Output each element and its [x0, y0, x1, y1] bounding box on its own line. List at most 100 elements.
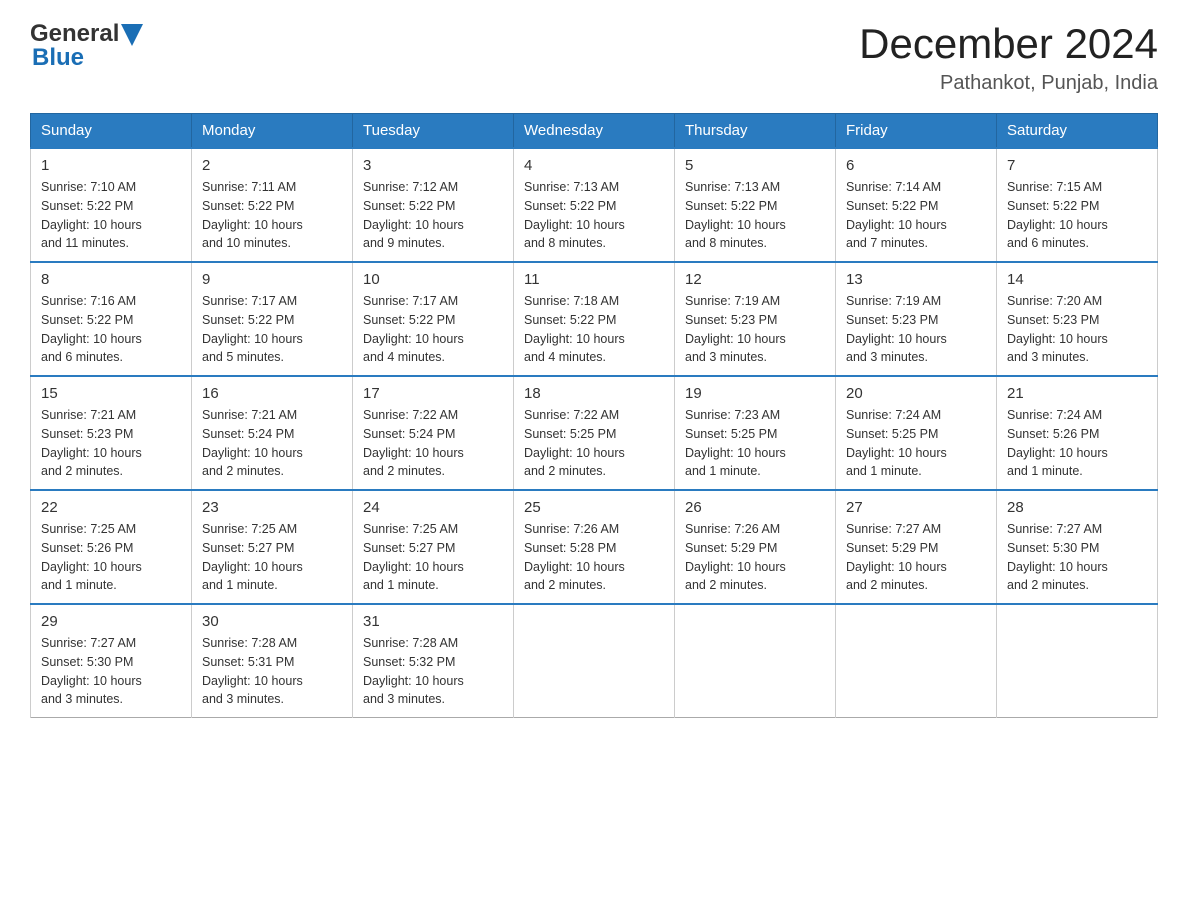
day-number: 16 — [202, 385, 342, 402]
calendar-cell: 11 Sunrise: 7:18 AMSunset: 5:22 PMDayligh… — [514, 262, 675, 376]
logo-triangle-icon — [121, 24, 143, 46]
week-row-4: 22 Sunrise: 7:25 AMSunset: 5:26 PMDayligh… — [31, 490, 1158, 604]
week-row-5: 29 Sunrise: 7:27 AMSunset: 5:30 PMDayligh… — [31, 604, 1158, 718]
day-number: 1 — [41, 157, 181, 174]
calendar-cell: 4 Sunrise: 7:13 AMSunset: 5:22 PMDaylight… — [514, 148, 675, 262]
day-header-tuesday: Tuesday — [353, 114, 514, 149]
day-info: Sunrise: 7:21 AMSunset: 5:23 PMDaylight:… — [41, 406, 181, 481]
calendar-cell: 26 Sunrise: 7:26 AMSunset: 5:29 PMDayligh… — [675, 490, 836, 604]
day-info: Sunrise: 7:28 AMSunset: 5:31 PMDaylight:… — [202, 634, 342, 709]
day-info: Sunrise: 7:19 AMSunset: 5:23 PMDaylight:… — [685, 292, 825, 367]
calendar-cell: 6 Sunrise: 7:14 AMSunset: 5:22 PMDaylight… — [836, 148, 997, 262]
day-number: 17 — [363, 385, 503, 402]
day-number: 11 — [524, 271, 664, 288]
calendar-cell: 13Sunrise: 7:19 AMSunset: 5:23 PMDayligh… — [836, 262, 997, 376]
calendar-cell: 18Sunrise: 7:22 AMSunset: 5:25 PMDayligh… — [514, 376, 675, 490]
week-row-2: 8 Sunrise: 7:16 AMSunset: 5:22 PMDaylight… — [31, 262, 1158, 376]
day-number: 4 — [524, 157, 664, 174]
day-info: Sunrise: 7:14 AMSunset: 5:22 PMDaylight:… — [846, 178, 986, 253]
day-info: Sunrise: 7:23 AMSunset: 5:25 PMDaylight:… — [685, 406, 825, 481]
day-number: 5 — [685, 157, 825, 174]
day-number: 14 — [1007, 271, 1147, 288]
calendar-cell: 22 Sunrise: 7:25 AMSunset: 5:26 PMDayligh… — [31, 490, 192, 604]
page-header: General Blue December 2024 Pathankot, Pu… — [30, 20, 1158, 95]
calendar-cell: 17 Sunrise: 7:22 AMSunset: 5:24 PMDayligh… — [353, 376, 514, 490]
day-number: 24 — [363, 499, 503, 516]
calendar-cell: 15 Sunrise: 7:21 AMSunset: 5:23 PMDayligh… — [31, 376, 192, 490]
day-number: 2 — [202, 157, 342, 174]
calendar-table: SundayMondayTuesdayWednesdayThursdayFrid… — [30, 113, 1158, 718]
day-info: Sunrise: 7:22 AMSunset: 5:24 PMDaylight:… — [363, 406, 503, 481]
week-row-3: 15 Sunrise: 7:21 AMSunset: 5:23 PMDayligh… — [31, 376, 1158, 490]
location-subtitle: Pathankot, Punjab, India — [859, 72, 1158, 95]
calendar-cell: 29 Sunrise: 7:27 AMSunset: 5:30 PMDayligh… — [31, 604, 192, 718]
day-number: 28 — [1007, 499, 1147, 516]
day-info: Sunrise: 7:24 AMSunset: 5:26 PMDaylight:… — [1007, 406, 1147, 481]
day-number: 12 — [685, 271, 825, 288]
day-number: 29 — [41, 613, 181, 630]
day-info: Sunrise: 7:13 AMSunset: 5:22 PMDaylight:… — [685, 178, 825, 253]
calendar-cell: 31 Sunrise: 7:28 AMSunset: 5:32 PMDayligh… — [353, 604, 514, 718]
day-number: 19 — [685, 385, 825, 402]
days-header-row: SundayMondayTuesdayWednesdayThursdayFrid… — [31, 114, 1158, 149]
calendar-cell: 21 Sunrise: 7:24 AMSunset: 5:26 PMDayligh… — [997, 376, 1158, 490]
day-number: 25 — [524, 499, 664, 516]
day-number: 31 — [363, 613, 503, 630]
logo-blue-text: Blue — [32, 44, 84, 72]
day-info: Sunrise: 7:17 AMSunset: 5:22 PMDaylight:… — [202, 292, 342, 367]
day-info: Sunrise: 7:11 AMSunset: 5:22 PMDaylight:… — [202, 178, 342, 253]
day-number: 20 — [846, 385, 986, 402]
calendar-cell: 16 Sunrise: 7:21 AMSunset: 5:24 PMDayligh… — [192, 376, 353, 490]
calendar-cell: 9Sunrise: 7:17 AMSunset: 5:22 PMDaylight… — [192, 262, 353, 376]
day-info: Sunrise: 7:16 AMSunset: 5:22 PMDaylight:… — [41, 292, 181, 367]
day-info: Sunrise: 7:26 AMSunset: 5:29 PMDaylight:… — [685, 520, 825, 595]
calendar-cell — [997, 604, 1158, 718]
calendar-cell: 12 Sunrise: 7:19 AMSunset: 5:23 PMDayligh… — [675, 262, 836, 376]
day-header-wednesday: Wednesday — [514, 114, 675, 149]
day-number: 18 — [524, 385, 664, 402]
calendar-cell: 20Sunrise: 7:24 AMSunset: 5:25 PMDayligh… — [836, 376, 997, 490]
day-info: Sunrise: 7:27 AMSunset: 5:30 PMDaylight:… — [1007, 520, 1147, 595]
day-number: 27 — [846, 499, 986, 516]
day-number: 10 — [363, 271, 503, 288]
day-number: 6 — [846, 157, 986, 174]
day-info: Sunrise: 7:13 AMSunset: 5:22 PMDaylight:… — [524, 178, 664, 253]
day-info: Sunrise: 7:25 AMSunset: 5:27 PMDaylight:… — [363, 520, 503, 595]
calendar-cell: 28 Sunrise: 7:27 AMSunset: 5:30 PMDayligh… — [997, 490, 1158, 604]
day-info: Sunrise: 7:12 AMSunset: 5:22 PMDaylight:… — [363, 178, 503, 253]
calendar-cell: 23Sunrise: 7:25 AMSunset: 5:27 PMDayligh… — [192, 490, 353, 604]
day-header-friday: Friday — [836, 114, 997, 149]
day-info: Sunrise: 7:15 AMSunset: 5:22 PMDaylight:… — [1007, 178, 1147, 253]
day-number: 8 — [41, 271, 181, 288]
day-number: 22 — [41, 499, 181, 516]
day-header-saturday: Saturday — [997, 114, 1158, 149]
calendar-cell: 2 Sunrise: 7:11 AMSunset: 5:22 PMDaylight… — [192, 148, 353, 262]
day-info: Sunrise: 7:17 AMSunset: 5:22 PMDaylight:… — [363, 292, 503, 367]
day-info: Sunrise: 7:25 AMSunset: 5:26 PMDaylight:… — [41, 520, 181, 595]
title-area: December 2024 Pathankot, Punjab, India — [859, 20, 1158, 95]
day-info: Sunrise: 7:20 AMSunset: 5:23 PMDaylight:… — [1007, 292, 1147, 367]
day-number: 15 — [41, 385, 181, 402]
calendar-cell: 19 Sunrise: 7:23 AMSunset: 5:25 PMDayligh… — [675, 376, 836, 490]
day-info: Sunrise: 7:25 AMSunset: 5:27 PMDaylight:… — [202, 520, 342, 595]
calendar-cell: 25 Sunrise: 7:26 AMSunset: 5:28 PMDayligh… — [514, 490, 675, 604]
calendar-cell: 24 Sunrise: 7:25 AMSunset: 5:27 PMDayligh… — [353, 490, 514, 604]
calendar-cell — [675, 604, 836, 718]
calendar-cell: 7 Sunrise: 7:15 AMSunset: 5:22 PMDaylight… — [997, 148, 1158, 262]
day-number: 3 — [363, 157, 503, 174]
day-info: Sunrise: 7:18 AMSunset: 5:22 PMDaylight:… — [524, 292, 664, 367]
day-info: Sunrise: 7:21 AMSunset: 5:24 PMDaylight:… — [202, 406, 342, 481]
day-info: Sunrise: 7:26 AMSunset: 5:28 PMDaylight:… — [524, 520, 664, 595]
day-header-monday: Monday — [192, 114, 353, 149]
logo: General Blue — [30, 20, 143, 72]
day-number: 7 — [1007, 157, 1147, 174]
calendar-cell: 27 Sunrise: 7:27 AMSunset: 5:29 PMDayligh… — [836, 490, 997, 604]
day-number: 21 — [1007, 385, 1147, 402]
day-info: Sunrise: 7:27 AMSunset: 5:30 PMDaylight:… — [41, 634, 181, 709]
day-header-sunday: Sunday — [31, 114, 192, 149]
day-number: 13 — [846, 271, 986, 288]
day-number: 26 — [685, 499, 825, 516]
day-info: Sunrise: 7:27 AMSunset: 5:29 PMDaylight:… — [846, 520, 986, 595]
calendar-cell — [836, 604, 997, 718]
day-info: Sunrise: 7:28 AMSunset: 5:32 PMDaylight:… — [363, 634, 503, 709]
